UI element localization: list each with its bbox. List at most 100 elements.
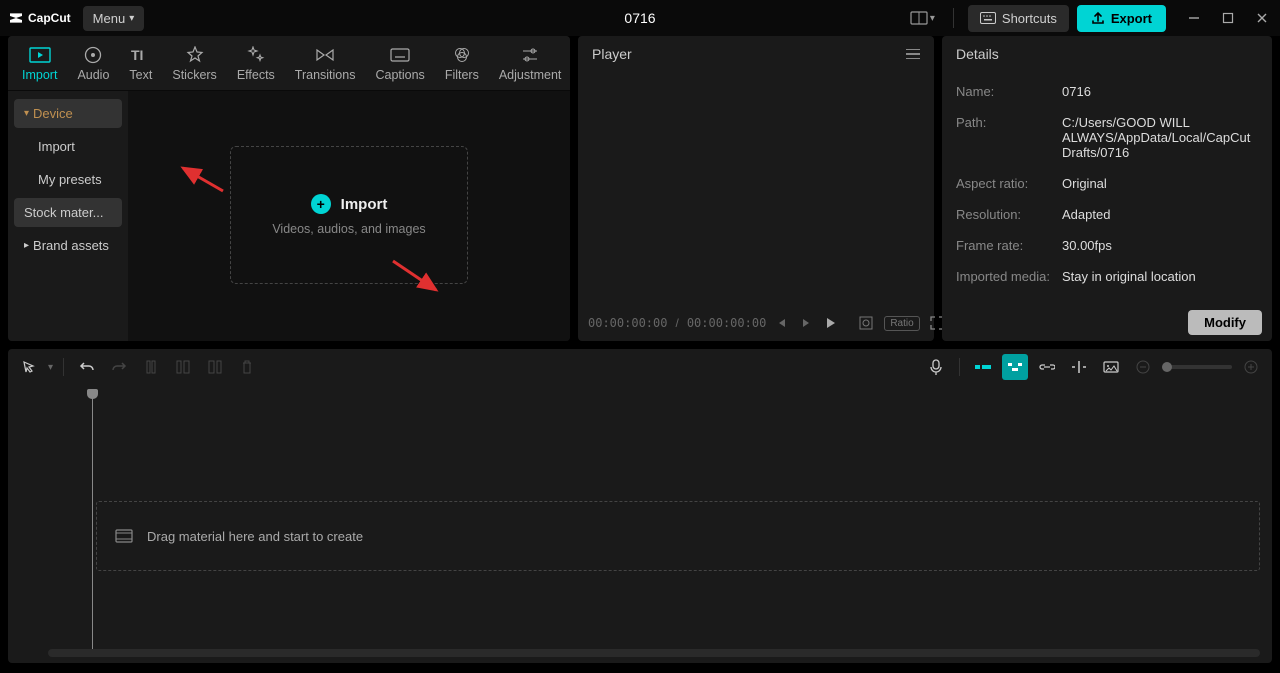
timeline-dropzone[interactable]: Drag material here and start to create [96, 501, 1260, 571]
step-back-button[interactable] [774, 315, 790, 331]
split-icon [145, 360, 157, 374]
tab-captions[interactable]: Captions [365, 42, 434, 90]
app-logo: CapCut [8, 10, 71, 26]
sidebar-item-label: Device [33, 106, 73, 121]
media-panel: Import Audio TI Text Stickers Effects Tr… [8, 36, 570, 341]
undo-button[interactable] [74, 354, 100, 380]
detail-aspect: Aspect ratio:Original [956, 168, 1258, 199]
sidebar-item-presets[interactable]: My presets [14, 165, 122, 194]
player-menu-icon[interactable] [906, 49, 920, 60]
time-total: 00:00:00:00 [687, 316, 766, 330]
play-button[interactable] [822, 314, 840, 332]
sidebar-item-label: My presets [38, 172, 102, 187]
sidebar-item-device[interactable]: ▾Device [14, 99, 122, 128]
keyboard-icon [980, 12, 996, 24]
media-sidebar: ▾Device Import My presets Stock mater...… [8, 91, 128, 341]
export-icon [1091, 11, 1105, 25]
tab-label: Effects [237, 68, 275, 82]
detail-value: C:/Users/GOOD WILL ALWAYS/AppData/Local/… [1062, 115, 1258, 160]
layout-button[interactable]: ▾ [906, 7, 939, 29]
zoom-in-button[interactable] [1238, 354, 1264, 380]
close-button[interactable] [1252, 8, 1272, 28]
split-left-button[interactable] [170, 354, 196, 380]
timeline[interactable]: Drag material here and start to create [8, 385, 1272, 663]
zoom-out-button[interactable] [1130, 354, 1156, 380]
tab-label: Adjustment [499, 68, 562, 82]
scale-button[interactable] [856, 313, 876, 333]
media-body: ▾Device Import My presets Stock mater...… [8, 91, 570, 341]
tab-transitions[interactable]: Transitions [285, 42, 366, 90]
magnet-icon [1007, 361, 1023, 373]
sidebar-item-brand[interactable]: ▸Brand assets [14, 231, 122, 260]
undo-icon [79, 360, 95, 374]
export-button[interactable]: Export [1077, 5, 1166, 32]
app-name: CapCut [28, 11, 71, 25]
workspace: Import Audio TI Text Stickers Effects Tr… [0, 36, 1280, 341]
cover-button[interactable] [1098, 354, 1124, 380]
export-label: Export [1111, 11, 1152, 26]
tab-label: Filters [445, 68, 479, 82]
window-controls [1184, 8, 1272, 28]
plus-icon: + [311, 194, 331, 214]
redo-icon [111, 360, 127, 374]
modify-button[interactable]: Modify [1188, 310, 1262, 335]
tab-audio[interactable]: Audio [67, 42, 119, 90]
effects-icon [245, 46, 267, 64]
detail-value: 0716 [1062, 84, 1258, 99]
track-main-button[interactable] [970, 354, 996, 380]
chevron-down-icon[interactable]: ▾ [48, 362, 53, 373]
project-title: 0716 [624, 10, 655, 26]
import-title: Import [341, 196, 388, 213]
detail-label: Aspect ratio: [956, 176, 1062, 191]
maximize-button[interactable] [1218, 8, 1238, 28]
mic-button[interactable] [923, 354, 949, 380]
split-button[interactable] [138, 354, 164, 380]
tab-label: Stickers [172, 68, 216, 82]
svg-text:TI: TI [131, 47, 143, 63]
detail-name: Name:0716 [956, 76, 1258, 107]
ratio-button[interactable]: Ratio [884, 316, 919, 331]
player-controls: 00:00:00:00 / 00:00:00:00 Ratio [578, 305, 934, 341]
tab-text[interactable]: TI Text [119, 42, 162, 90]
tab-label: Text [129, 68, 152, 82]
step-fwd-button[interactable] [798, 315, 814, 331]
media-tabs: Import Audio TI Text Stickers Effects Tr… [8, 36, 570, 91]
split-right-button[interactable] [202, 354, 228, 380]
maximize-icon [1222, 12, 1234, 24]
timeline-scrollbar[interactable] [48, 649, 1260, 657]
import-icon [29, 46, 51, 64]
preview-cut-button[interactable] [1066, 354, 1092, 380]
shortcuts-button[interactable]: Shortcuts [968, 5, 1069, 32]
sidebar-item-stock[interactable]: Stock mater... [14, 198, 122, 227]
tab-filters[interactable]: Filters [435, 42, 489, 90]
detail-label: Resolution: [956, 207, 1062, 222]
tab-adjustment[interactable]: Adjustment [489, 42, 570, 90]
details-header: Details [942, 36, 1272, 72]
split-left-icon [176, 360, 190, 374]
link-button[interactable] [1034, 354, 1060, 380]
menu-button[interactable]: Menu ▾ [83, 6, 145, 31]
sidebar-item-import[interactable]: Import [14, 132, 122, 161]
delete-button[interactable] [234, 354, 260, 380]
redo-button[interactable] [106, 354, 132, 380]
playhead[interactable] [92, 389, 93, 657]
zoom-handle[interactable] [1162, 362, 1172, 372]
import-row: + Import [311, 194, 388, 214]
tab-effects[interactable]: Effects [227, 42, 285, 90]
zoom-slider[interactable] [1162, 365, 1232, 369]
chevron-down-icon: ▾ [930, 13, 935, 24]
shortcuts-label: Shortcuts [1002, 11, 1057, 26]
track-magnet-button[interactable] [1002, 354, 1028, 380]
separator [959, 358, 960, 376]
tab-stickers[interactable]: Stickers [162, 42, 226, 90]
caret-right-icon: ▸ [24, 240, 29, 251]
chevron-down-icon: ▾ [129, 13, 134, 24]
stickers-icon [184, 46, 206, 64]
minimize-button[interactable] [1184, 8, 1204, 28]
select-tool[interactable] [16, 354, 42, 380]
import-dropzone[interactable]: + Import Videos, audios, and images [230, 146, 468, 284]
mic-icon [930, 359, 942, 375]
tab-import[interactable]: Import [12, 42, 67, 90]
split-right-icon [208, 360, 222, 374]
sidebar-item-label: Import [38, 139, 75, 154]
